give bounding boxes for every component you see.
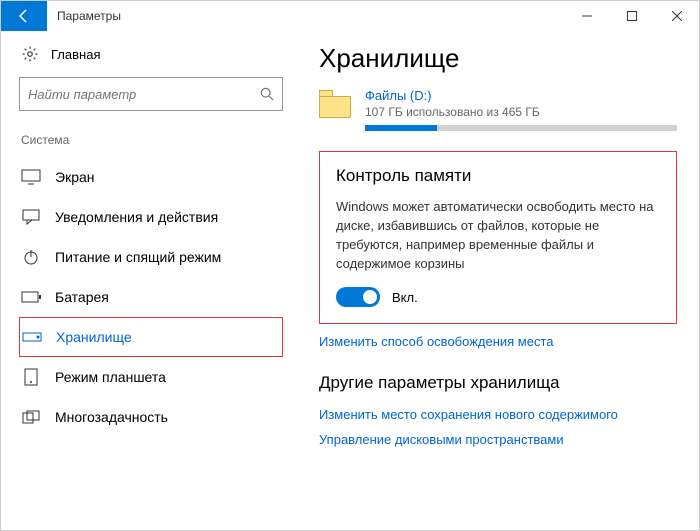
nav-label: Хранилище (56, 329, 132, 345)
folder-icon (319, 88, 355, 118)
close-button[interactable] (654, 1, 699, 31)
search-icon (260, 87, 274, 101)
toggle-state-label: Вкл. (392, 290, 418, 305)
change-free-space-link[interactable]: Изменить способ освобождения места (319, 334, 677, 349)
chat-icon (21, 209, 41, 225)
nav-label: Батарея (55, 289, 109, 305)
sidebar-item-notifications[interactable]: Уведомления и действия (19, 197, 283, 237)
battery-icon (21, 289, 41, 305)
search-field[interactable] (28, 87, 260, 102)
nav-label: Питание и спящий режим (55, 249, 221, 265)
sidebar-item-tablet[interactable]: Режим планшета (19, 357, 283, 397)
monitor-icon (21, 169, 41, 185)
manage-storage-spaces-link[interactable]: Управление дисковыми пространствами (319, 432, 677, 447)
sidebar-item-storage[interactable]: Хранилище (19, 317, 283, 357)
search-input[interactable] (19, 77, 283, 111)
storage-sense-description: Windows может автоматически освободить м… (336, 198, 660, 273)
drive-icon (22, 329, 42, 345)
section-label: Система (19, 133, 283, 147)
drive-name: Файлы (D:) (365, 88, 677, 103)
maximize-button[interactable] (609, 1, 654, 31)
nav-label: Экран (55, 169, 95, 185)
sidebar-item-multitask[interactable]: Многозадачность (19, 397, 283, 437)
power-icon (21, 249, 41, 265)
drive-row[interactable]: Файлы (D:) 107 ГБ использовано из 465 ГБ (319, 88, 677, 131)
sidebar-item-battery[interactable]: Батарея (19, 277, 283, 317)
sidebar-item-display[interactable]: Экран (19, 157, 283, 197)
window-title: Параметры (47, 1, 121, 31)
home-button[interactable]: Главная (19, 45, 283, 63)
tablet-icon (21, 369, 41, 385)
drive-usage: 107 ГБ использовано из 465 ГБ (365, 105, 677, 119)
gear-icon (21, 45, 39, 63)
titlebar: Параметры (1, 1, 699, 31)
other-storage-heading: Другие параметры хранилища (319, 373, 677, 393)
sidebar-item-power[interactable]: Питание и спящий режим (19, 237, 283, 277)
change-save-location-link[interactable]: Изменить место сохранения нового содержи… (319, 407, 677, 422)
main-panel: Хранилище Файлы (D:) 107 ГБ использовано… (301, 31, 699, 530)
minimize-button[interactable] (564, 1, 609, 31)
nav-label: Уведомления и действия (55, 209, 218, 225)
page-title: Хранилище (319, 43, 677, 74)
nav-label: Режим планшета (55, 369, 166, 385)
home-label: Главная (51, 47, 100, 62)
nav-label: Многозадачность (55, 409, 168, 425)
usage-bar (365, 125, 677, 131)
multitask-icon (21, 409, 41, 425)
storage-sense-section: Контроль памяти Windows может автоматиче… (319, 151, 677, 324)
storage-sense-toggle[interactable] (336, 287, 380, 307)
back-button[interactable] (1, 1, 47, 31)
storage-sense-title: Контроль памяти (336, 166, 660, 186)
sidebar: Главная Система Экран Уведомления и дейс… (1, 31, 301, 530)
